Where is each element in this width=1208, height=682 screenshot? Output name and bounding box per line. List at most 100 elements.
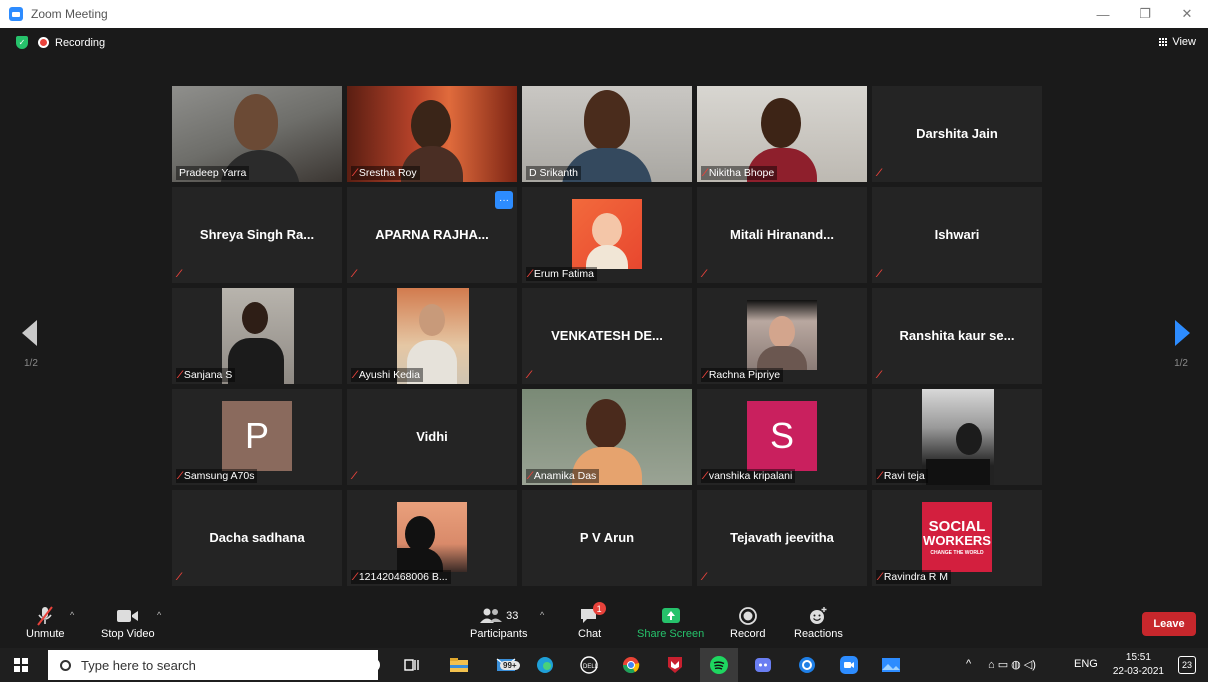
previous-page-arrow-icon[interactable]	[22, 320, 37, 346]
participant-name: Srestha Roy	[358, 167, 417, 179]
shield-icon[interactable]: ✓	[16, 36, 28, 49]
chat-icon: 1	[579, 602, 606, 628]
maximize-button[interactable]: ❐	[1124, 0, 1166, 28]
chevron-up-icon[interactable]: ^	[70, 610, 74, 620]
tray-icons[interactable]: ⌂ ▭ ◍ ◁)	[988, 658, 1036, 671]
participant-display-name: Vidhi	[416, 429, 448, 444]
participant-tile[interactable]: VENKATESH DE... ⁄	[522, 288, 692, 384]
participant-tile[interactable]: S ⁄ vanshika kripalani	[697, 389, 867, 485]
record-label: Record	[730, 628, 766, 640]
chat-button[interactable]: 1 Chat	[578, 602, 606, 640]
participant-name-label: ⁄ vanshika kripalani	[701, 469, 796, 483]
chevron-up-icon[interactable]: ^	[540, 610, 544, 620]
minimize-button[interactable]: —	[1082, 0, 1124, 28]
participant-tile[interactable]: Ishwari ⁄	[872, 187, 1042, 283]
participant-name: 121420468006 B...	[358, 571, 448, 583]
participant-tile[interactable]: Tejavath jeevitha ⁄	[697, 490, 867, 586]
participant-display-name: Mitali Hiranand...	[729, 227, 834, 242]
participant-display-name: APARNA RAJHA...	[375, 227, 489, 242]
windows-start-icon[interactable]	[14, 658, 28, 672]
page-indicator-left: 1/2	[24, 358, 38, 369]
participant-tile[interactable]: ⁄ Nikitha Bhope	[697, 86, 867, 182]
participant-tile[interactable]: ⁄ Sanjana S	[172, 288, 342, 384]
notification-center-icon[interactable]: 23	[1178, 656, 1196, 674]
participant-display-name: VENKATESH DE...	[551, 328, 663, 343]
participant-name-label: D Srikanth	[526, 166, 582, 180]
language-indicator[interactable]: ENG	[1074, 658, 1098, 670]
participant-name-label: ⁄ Srestha Roy	[351, 166, 420, 180]
participant-name: Rachna Pipriye	[708, 369, 781, 381]
participant-tile[interactable]: Shreya Singh Ra... ⁄	[172, 187, 342, 283]
participant-name: vanshika kripalani	[708, 470, 793, 482]
participant-tile[interactable]: ⁄ Anamika Das	[522, 389, 692, 485]
unmute-button[interactable]: Unmute ^	[26, 604, 74, 640]
muted-mic-icon: ⁄	[353, 268, 355, 280]
search-icon	[60, 659, 71, 671]
participant-tile[interactable]: ⁄ Srestha Roy	[347, 86, 517, 182]
spotify-icon[interactable]	[700, 648, 738, 682]
participant-name-label: ⁄ Anamika Das	[526, 469, 600, 483]
record-button[interactable]: Record	[730, 604, 765, 640]
muted-mic-icon: ⁄	[178, 268, 180, 280]
dell-icon[interactable]: DELL	[578, 655, 600, 675]
muted-mic-icon: ⁄	[353, 470, 355, 482]
participant-tile[interactable]: ⁄ Rachna Pipriye	[697, 288, 867, 384]
mcafee-icon[interactable]	[664, 655, 686, 675]
avatar: P	[222, 401, 292, 471]
participant-tile[interactable]: D Srikanth	[522, 86, 692, 182]
unmute-label: Unmute	[26, 628, 65, 640]
participant-tile[interactable]: Ranshita kaur se... ⁄	[872, 288, 1042, 384]
participant-tile[interactable]: Mitali Hiranand... ⁄	[697, 187, 867, 283]
recording-icon	[38, 37, 49, 48]
participant-tile[interactable]: P V Arun	[522, 490, 692, 586]
participant-tile[interactable]: Dacha sadhana ⁄	[172, 490, 342, 586]
participant-tile[interactable]: SOCIAL WORKERS CHANGE THE WORLD ⁄ Ravindr…	[872, 490, 1042, 586]
participant-tile[interactable]: Vidhi ⁄	[347, 389, 517, 485]
chrome-icon[interactable]	[620, 655, 642, 675]
mail-icon[interactable]: 99+	[492, 655, 522, 675]
cortana-icon[interactable]	[362, 655, 384, 675]
participants-button[interactable]: 33 Participants ^	[470, 604, 544, 640]
stop-video-button[interactable]: Stop Video ^	[101, 604, 161, 640]
participant-tile[interactable]: Pradeep Yarra	[172, 86, 342, 182]
participant-tile[interactable]: ⁄ 121420468006 B...	[347, 490, 517, 586]
chevron-up-icon[interactable]: ^	[157, 610, 161, 620]
next-page-arrow-icon[interactable]	[1175, 320, 1190, 346]
window-titlebar: Zoom Meeting — ❐ ✕	[0, 0, 1208, 28]
avatar: S	[747, 401, 817, 471]
participant-name-label: ⁄ 121420468006 B...	[351, 570, 451, 584]
participant-tile[interactable]: Darshita Jain ⁄	[872, 86, 1042, 182]
more-options-icon[interactable]: ···	[495, 191, 513, 209]
show-hidden-icons-icon[interactable]: ^	[966, 658, 971, 670]
muted-microphone-icon	[34, 604, 56, 628]
participant-tile[interactable]: ⁄ Ravi teja	[872, 389, 1042, 485]
close-button[interactable]: ✕	[1166, 0, 1208, 28]
leave-button[interactable]: Leave	[1142, 612, 1196, 636]
cortana-blue-icon[interactable]	[796, 655, 818, 675]
discord-icon[interactable]	[752, 655, 774, 675]
reactions-button[interactable]: Reactions	[794, 604, 843, 640]
share-screen-icon	[660, 604, 682, 628]
participants-label: Participants	[470, 628, 528, 640]
participant-photo	[397, 502, 467, 572]
recording-label[interactable]: Recording	[55, 37, 105, 49]
participant-name: Sanjana S	[183, 369, 233, 381]
zoom-taskbar-icon[interactable]	[838, 655, 860, 675]
view-button[interactable]: View	[1159, 36, 1196, 48]
participant-tile[interactable]: P ⁄ Samsung A70s	[172, 389, 342, 485]
photos-icon[interactable]	[880, 655, 902, 675]
system-clock[interactable]: 15:51 22-03-2021	[1113, 651, 1164, 679]
participant-tile[interactable]: ⁄ Erum Fatima	[522, 187, 692, 283]
taskbar-search-input[interactable]: Type here to search	[48, 650, 378, 680]
share-screen-button[interactable]: Share Screen	[637, 604, 704, 640]
task-view-icon[interactable]	[400, 655, 422, 675]
muted-mic-icon: ⁄	[879, 571, 881, 583]
edge-browser-icon[interactable]	[534, 655, 556, 675]
muted-mic-icon: ⁄	[179, 470, 181, 482]
participant-tile[interactable]: ⁄ Ayushi Kedia	[347, 288, 517, 384]
muted-mic-icon: ⁄	[879, 470, 881, 482]
file-explorer-icon[interactable]	[448, 655, 470, 675]
participant-name-label: ⁄ Ravi teja	[876, 469, 928, 483]
participants-icon: 33	[479, 604, 518, 628]
participant-tile[interactable]: ··· APARNA RAJHA... ⁄	[347, 187, 517, 283]
